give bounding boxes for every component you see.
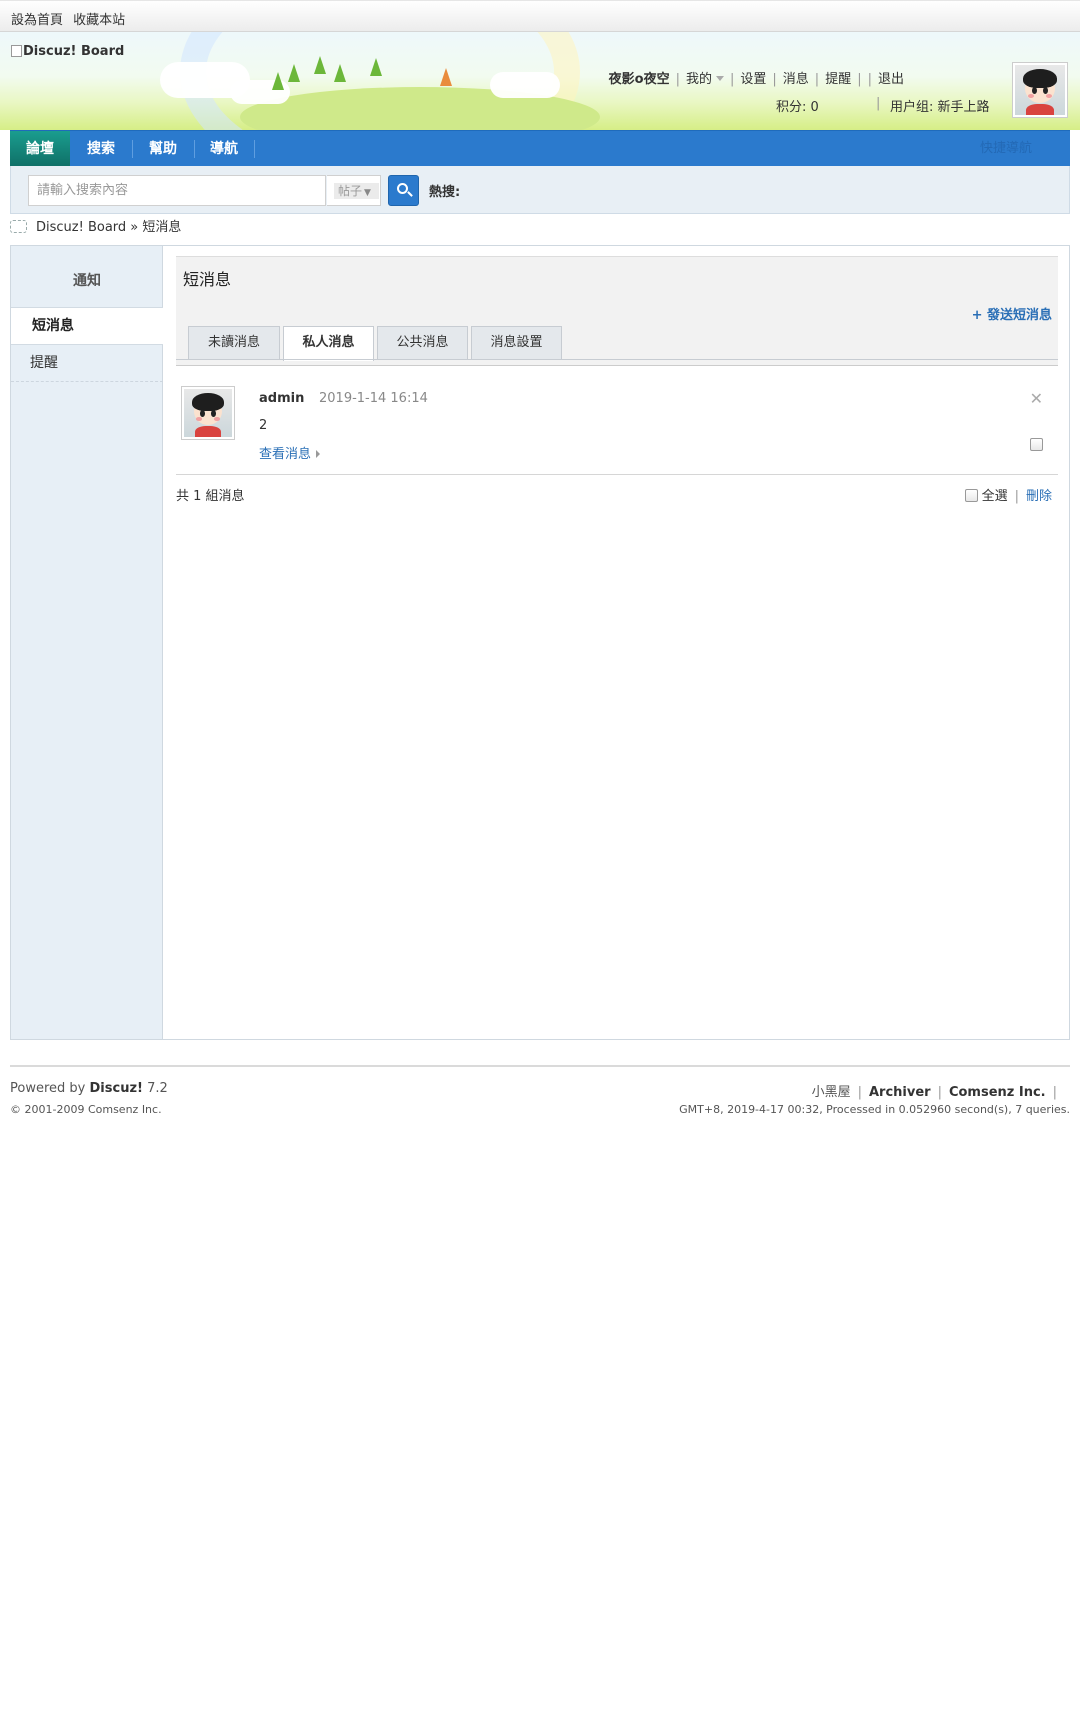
set-home-link[interactable]: 設為首頁 — [11, 13, 63, 28]
search-button[interactable] — [388, 175, 419, 206]
view-message-link[interactable]: 查看消息 — [259, 443, 321, 462]
close-icon[interactable]: ✕ — [1030, 389, 1043, 408]
select-all-label: 全選 — [981, 489, 1008, 504]
processing-stats: GMT+8, 2019-4-17 00:32, Processed in 0.0… — [679, 1103, 1070, 1116]
breadcrumb-site[interactable]: Discuz! Board — [36, 220, 126, 235]
search-type-select[interactable]: 帖子 ▼ — [327, 175, 381, 206]
hot-search-label: 熱搜: — [429, 185, 461, 200]
user-nav: 夜影o夜空 | 我的 | 设置 | 消息 | 提醒 | | 退出 — [608, 72, 904, 87]
list-item: admin 2019-1-14 16:14 2 查看消息 ✕ — [176, 377, 1058, 475]
tree-decoration — [288, 64, 300, 82]
footer-link-archiver[interactable]: Archiver — [869, 1085, 931, 1100]
product-link[interactable]: Discuz! — [90, 1081, 143, 1096]
tree-decoration — [334, 64, 346, 82]
messages-link[interactable]: 消息 — [783, 72, 809, 87]
copyright: © 2001-2009 Comsenz Inc. — [10, 1103, 162, 1116]
avatar-image — [1015, 65, 1065, 115]
delete-button[interactable]: 刪除 — [1026, 489, 1052, 504]
tab-divider — [176, 359, 1058, 360]
dropdown-arrow-icon: ▼ — [364, 188, 371, 198]
nav-item-search[interactable]: 搜索 — [70, 131, 132, 167]
footer-link-blacklist[interactable]: 小黑屋 — [812, 1085, 851, 1100]
top-links-bar: 設為首頁 收藏本站 — [0, 0, 1080, 32]
sidebar: 通知 短消息 提醒 — [11, 246, 163, 1039]
my-menu[interactable]: 我的 — [686, 72, 724, 87]
tree-decoration — [272, 72, 284, 90]
sidebar-item-reminders[interactable]: 提醒 — [11, 345, 163, 382]
site-header: Discuz! Board 夜影o夜空 | 我的 | 设置 | 消息 | 提醒 | | 退出 积分: … — [0, 32, 1080, 130]
broken-image-icon — [11, 45, 22, 57]
cloud-decoration — [490, 72, 560, 98]
message-panel-header: 短消息 + 發送短消息 未讀消息 私人消息 公共消息 消息設置 — [176, 256, 1058, 366]
tree-decoration — [370, 58, 382, 76]
avatar[interactable] — [1012, 62, 1068, 118]
powered-by: Powered by Discuz! 7.2 — [10, 1081, 168, 1096]
search-bar: 請輸入搜索內容 帖子 ▼ 熱搜: — [10, 166, 1070, 214]
site-logo[interactable]: Discuz! Board — [11, 44, 124, 59]
footer-link-company[interactable]: Comsenz Inc. — [949, 1085, 1046, 1100]
tab-unread[interactable]: 未讀消息 — [188, 326, 280, 360]
logout-link[interactable]: 退出 — [878, 72, 904, 87]
page-footer: Powered by Discuz! 7.2 © 2001-2009 Comse… — [10, 1065, 1070, 1116]
avatar[interactable] — [181, 386, 235, 440]
page-title: 短消息 — [183, 270, 232, 289]
house-decoration — [440, 68, 452, 86]
message-time: 2019-1-14 16:14 — [319, 391, 428, 406]
usergroup-label: 用户组: 新手上路 — [890, 100, 990, 115]
tab-settings[interactable]: 消息設置 — [471, 326, 562, 360]
chevron-right-icon — [316, 450, 321, 458]
nav-item-guide[interactable]: 導航 — [194, 131, 254, 167]
sidebar-title: 通知 — [11, 246, 163, 308]
tree-decoration — [314, 56, 326, 74]
nav-divider — [254, 140, 255, 158]
chevron-down-icon — [715, 76, 724, 81]
breadcrumb: Discuz! Board » 短消息 — [10, 216, 181, 235]
home-icon[interactable] — [10, 220, 27, 233]
message-count: 共 1 組消息 — [176, 489, 245, 504]
breadcrumb-current: 短消息 — [142, 220, 182, 235]
reminders-link[interactable]: 提醒 — [825, 72, 851, 87]
search-type-label: 帖子 — [338, 184, 363, 198]
tab-private[interactable]: 私人消息 — [283, 326, 374, 361]
main-nav: 論壇 搜索 幫助 導航 快捷導航 — [10, 130, 1070, 167]
divider: | — [876, 96, 881, 111]
nav-item-forum[interactable]: 論壇 — [10, 131, 70, 167]
tab-public[interactable]: 公共消息 — [377, 326, 468, 360]
select-all-checkbox[interactable] — [964, 489, 978, 502]
content-frame: 通知 短消息 提醒 短消息 + 發送短消息 未讀消息 私人消息 公共消息 消息設… — [10, 245, 1070, 1040]
points-label: 积分: 0 — [776, 100, 819, 115]
message-checkbox[interactable] — [1030, 438, 1043, 451]
footer-links: 小黑屋 | Archiver | Comsenz Inc. | — [811, 1085, 1057, 1100]
sidebar-item-messages[interactable]: 短消息 — [11, 308, 163, 345]
nav-item-help[interactable]: 幫助 — [132, 131, 194, 167]
avatar-image — [184, 389, 232, 437]
search-input[interactable]: 請輸入搜索內容 — [28, 175, 326, 206]
message-sender[interactable]: admin — [259, 391, 304, 406]
username-link[interactable]: 夜影o夜空 — [609, 72, 670, 87]
bookmark-link[interactable]: 收藏本站 — [73, 13, 125, 28]
quick-nav-button[interactable]: 快捷導航 — [980, 131, 1032, 167]
send-message-button[interactable]: + 發送短消息 — [972, 304, 1052, 323]
settings-link[interactable]: 设置 — [740, 72, 766, 87]
message-body: 2 — [259, 418, 268, 433]
